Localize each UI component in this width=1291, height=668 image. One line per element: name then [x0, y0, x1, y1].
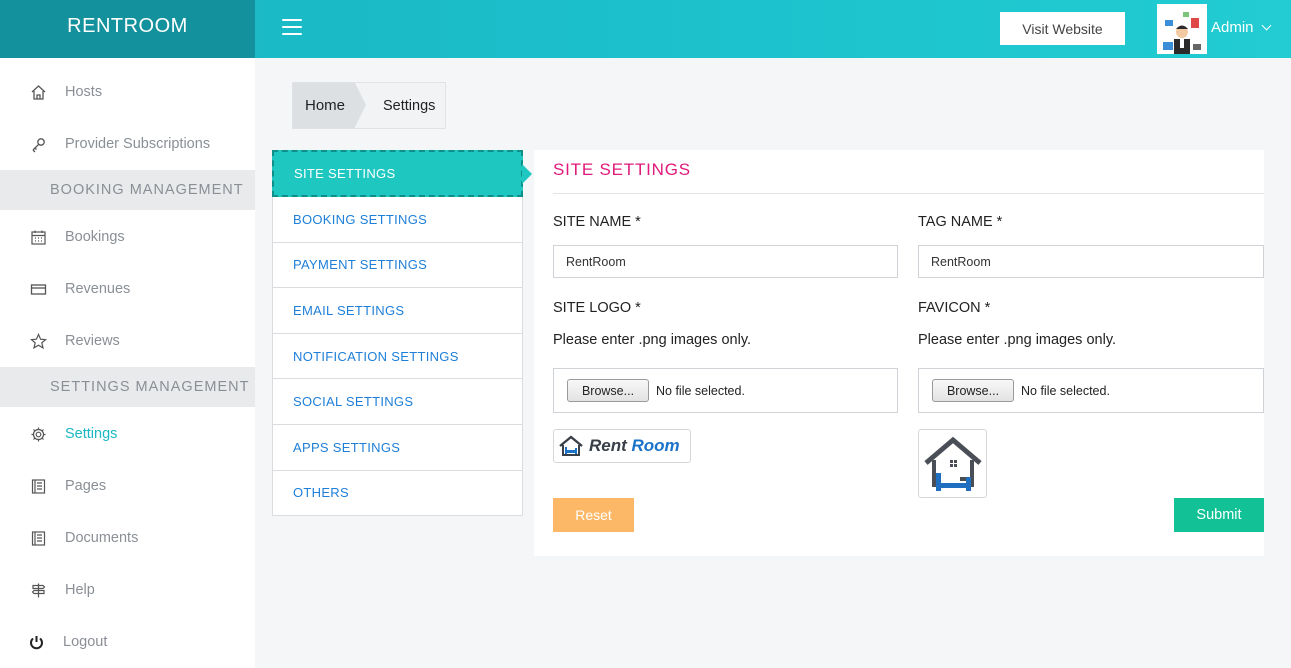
home-icon [29, 83, 47, 101]
power-icon [27, 633, 45, 651]
sidebar-item-label: Settings [65, 426, 118, 442]
sidebar-item-pages[interactable]: Pages [0, 460, 255, 512]
favicon-preview [918, 429, 987, 498]
favicon-hint: Please enter .png images only. [918, 332, 1117, 348]
site-settings-panel: SITE SETTINGS SITE NAME * TAG NAME * Ren… [534, 150, 1264, 556]
browse-button[interactable]: Browse... [567, 379, 649, 402]
tab-others[interactable]: OTHERS [272, 470, 523, 517]
sidebar-item-revenues[interactable]: Revenues [0, 263, 255, 315]
credit-card-icon [29, 280, 47, 298]
sidebar: Hosts Provider Subscriptions BOOKING MAN… [0, 58, 255, 668]
sidebar-item-label: Help [65, 582, 95, 598]
sidebar-item-label: Logout [63, 634, 108, 650]
favicon-file-input[interactable]: Browse... No file selected. [918, 368, 1264, 413]
top-bar: RENTROOM Visit Website Admin [0, 0, 1291, 58]
sidebar-item-help[interactable]: Help [0, 564, 255, 616]
browse-button[interactable]: Browse... [932, 379, 1014, 402]
book-icon [29, 477, 47, 495]
sidebar-item-label: Hosts [65, 84, 103, 100]
section-header-settings: SETTINGS MANAGEMENT [0, 367, 255, 407]
breadcrumb: Home Settings [292, 82, 446, 129]
settings-tabs: SITE SETTINGS BOOKING SETTINGS PAYMENT S… [272, 150, 532, 517]
tag-name-label: TAG NAME * [918, 214, 1003, 230]
tab-apps-settings[interactable]: APPS SETTINGS [272, 424, 523, 471]
sidebar-item-documents[interactable]: Documents [0, 512, 255, 564]
tab-site-settings[interactable]: SITE SETTINGS [272, 150, 532, 197]
user-name: Admin [1211, 19, 1254, 36]
sidebar-item-label: Bookings [65, 229, 125, 245]
house-bed-icon [923, 436, 982, 491]
site-logo-file-input[interactable]: Browse... No file selected. [553, 368, 898, 413]
file-status: No file selected. [656, 383, 745, 398]
sidebar-item-hosts[interactable]: Hosts [0, 66, 255, 118]
sidebar-item-label: Provider Subscriptions [65, 136, 211, 152]
signpost-icon [29, 581, 47, 599]
tab-booking-settings[interactable]: BOOKING SETTINGS [272, 197, 523, 243]
breadcrumb-home[interactable]: Home [293, 83, 366, 128]
sidebar-item-label: Reviews [65, 333, 120, 349]
breadcrumb-current: Settings [383, 97, 436, 114]
file-status: No file selected. [1021, 383, 1110, 398]
brand-logo[interactable]: RENTROOM [0, 0, 255, 58]
tab-payment-settings[interactable]: PAYMENT SETTINGS [272, 242, 523, 289]
section-header-booking: BOOKING MANAGEMENT [0, 170, 255, 210]
favicon-label: FAVICON * [918, 300, 991, 316]
tab-notification-settings[interactable]: NOTIFICATION SETTINGS [272, 333, 523, 380]
key-icon [29, 135, 47, 153]
tab-social-settings[interactable]: SOCIAL SETTINGS [272, 379, 523, 425]
site-name-input[interactable]: RentRoom [553, 245, 898, 278]
calendar-icon [29, 228, 47, 246]
house-icon [559, 435, 583, 456]
visit-website-button[interactable]: Visit Website [1000, 12, 1125, 45]
tab-email-settings[interactable]: EMAIL SETTINGS [272, 288, 523, 334]
star-icon [29, 332, 47, 350]
gear-icon [29, 425, 47, 443]
sidebar-item-bookings[interactable]: Bookings [0, 211, 255, 263]
menu-toggle-icon[interactable] [282, 19, 302, 37]
panel-title: SITE SETTINGS [553, 160, 691, 179]
site-name-label: SITE NAME * [553, 214, 641, 230]
sidebar-item-settings[interactable]: Settings [0, 408, 255, 460]
book-icon [29, 529, 47, 547]
sidebar-item-provider-subscriptions[interactable]: Provider Subscriptions [0, 118, 255, 170]
sidebar-item-logout[interactable]: Logout [0, 616, 255, 668]
avatar[interactable] [1157, 4, 1207, 54]
chevron-down-icon [1261, 20, 1271, 31]
submit-button[interactable]: Submit [1174, 498, 1264, 532]
sidebar-item-reviews[interactable]: Reviews [0, 315, 255, 367]
sidebar-item-label: Pages [65, 478, 107, 494]
reset-button[interactable]: Reset [553, 498, 634, 532]
sidebar-item-label: Documents [65, 530, 139, 546]
site-logo-preview: Rent Room [553, 429, 691, 463]
logo-text: Rent Room [589, 436, 680, 455]
site-logo-label: SITE LOGO * [553, 300, 641, 316]
tag-name-input[interactable]: RentRoom [918, 245, 1264, 278]
sidebar-item-label: Revenues [65, 281, 131, 297]
site-logo-hint: Please enter .png images only. [553, 332, 752, 348]
user-menu[interactable]: Admin [1211, 19, 1271, 36]
divider [553, 193, 1264, 194]
